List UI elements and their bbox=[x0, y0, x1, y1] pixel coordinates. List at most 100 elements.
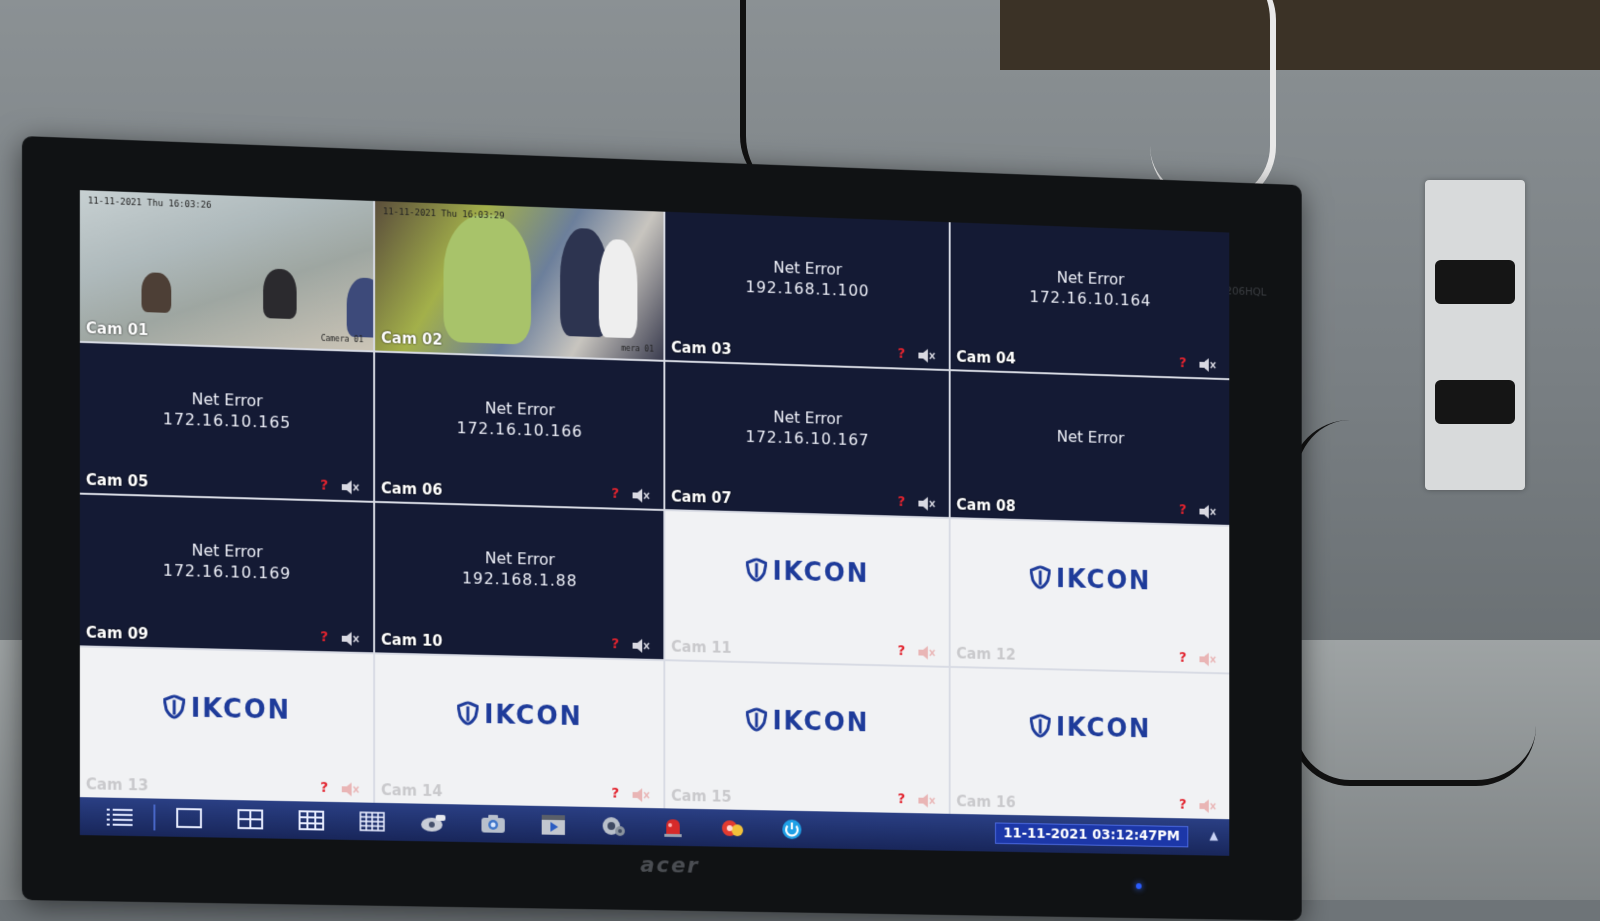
camera-ip-address: 192.168.1.100 bbox=[665, 274, 948, 304]
camera-tile[interactable]: IKCONCam 12? bbox=[951, 519, 1230, 672]
ikcon-logo-text: IKCON bbox=[484, 700, 583, 732]
camera-tile[interactable]: Net Error192.168.1.100Cam 03? bbox=[665, 212, 948, 369]
camera-tile[interactable]: Net Error172.16.10.169Cam 09? bbox=[80, 495, 373, 652]
quad-view-icon[interactable] bbox=[231, 804, 270, 835]
camera-label: Cam 09 bbox=[86, 623, 148, 642]
nine-view-icon[interactable] bbox=[292, 805, 331, 835]
camera-tile[interactable]: IKCON Cam 13? bbox=[80, 647, 373, 803]
camera-tile[interactable]: Net Error172.16.10.164Cam 04? bbox=[951, 222, 1230, 377]
speaker-muted-icon[interactable] bbox=[340, 630, 360, 646]
ikcon-logo-text: IKCON bbox=[1056, 712, 1151, 743]
video-osd-label: mera 01 bbox=[621, 343, 654, 353]
cable bbox=[1150, 0, 1276, 206]
camera-tile[interactable]: IKCONCam 16? bbox=[951, 667, 1230, 819]
net-error-text: Net Error bbox=[485, 549, 555, 570]
shield-icon bbox=[1030, 714, 1051, 745]
net-error-message: Net Error192.168.1.88 bbox=[375, 545, 663, 594]
power-icon[interactable] bbox=[773, 814, 811, 844]
camera-label: Cam 13 bbox=[86, 775, 148, 794]
camera-label: Cam 12 bbox=[956, 644, 1015, 663]
speaker-muted-icon[interactable] bbox=[1198, 356, 1217, 372]
person-in-feed bbox=[599, 239, 638, 339]
shield-icon bbox=[746, 707, 767, 738]
speaker-muted-icon[interactable] bbox=[917, 793, 936, 809]
camera-ip-address: 172.16.10.169 bbox=[80, 558, 373, 586]
ikcon-logo-text: IKCON bbox=[772, 706, 869, 737]
speaker-muted-icon[interactable] bbox=[340, 479, 360, 495]
speaker-muted-icon[interactable] bbox=[631, 637, 650, 653]
ptz-camera-icon[interactable] bbox=[413, 807, 452, 837]
status-question-icon: ? bbox=[897, 791, 905, 807]
status-question-icon: ? bbox=[320, 629, 328, 645]
settings-icon[interactable] bbox=[594, 811, 633, 841]
camera-label: Cam 11 bbox=[671, 637, 731, 656]
playback-icon[interactable] bbox=[534, 810, 573, 840]
camera-tile[interactable]: 11-11-2021 Thu 16:03:26Camera 01Cam 01 bbox=[80, 190, 373, 350]
net-error-text: Net Error bbox=[485, 398, 555, 419]
camera-ip-address: 172.16.10.167 bbox=[665, 423, 948, 452]
camera-label: Cam 14 bbox=[381, 781, 442, 800]
camera-grid: 11-11-2021 Thu 16:03:26Camera 01Cam 0111… bbox=[80, 190, 1229, 819]
camera-label: Cam 05 bbox=[86, 471, 148, 491]
net-error-text: Net Error bbox=[773, 407, 842, 428]
status-question-icon: ? bbox=[320, 780, 328, 796]
net-error-text: Net Error bbox=[773, 258, 842, 279]
power-plug bbox=[1435, 260, 1515, 304]
status-question-icon: ? bbox=[1179, 502, 1187, 518]
net-error-message: Net Error172.16.10.166 bbox=[375, 394, 663, 444]
speaker-muted-icon[interactable] bbox=[1198, 798, 1217, 814]
status-question-icon: ? bbox=[611, 486, 619, 502]
camera-label: Cam 02 bbox=[381, 328, 442, 348]
speaker-muted-icon[interactable] bbox=[1198, 504, 1217, 520]
sixteen-view-icon[interactable] bbox=[353, 806, 392, 836]
camera-tile[interactable]: Net ErrorCam 08? bbox=[951, 371, 1230, 525]
shield-icon bbox=[163, 694, 185, 725]
alarm-icon[interactable] bbox=[654, 812, 692, 842]
monitor: V206HQL 11-11-2021 Thu 16:03:26Camera 01… bbox=[22, 136, 1302, 921]
net-error-text: Net Error bbox=[1057, 426, 1125, 446]
net-error-message: Net Error bbox=[951, 422, 1230, 451]
dvr-screen: 11-11-2021 Thu 16:03:26Camera 01Cam 0111… bbox=[80, 190, 1229, 856]
speaker-muted-icon[interactable] bbox=[1198, 651, 1217, 667]
ikcon-logo: IKCON bbox=[951, 710, 1230, 748]
camera-tile[interactable]: Net Error172.16.10.167Cam 07? bbox=[665, 361, 948, 517]
speaker-muted-icon[interactable] bbox=[631, 787, 650, 803]
camera-label: Cam 04 bbox=[956, 347, 1015, 366]
speaker-muted-icon[interactable] bbox=[917, 347, 936, 363]
net-error-message: Net Error172.16.10.164 bbox=[951, 263, 1230, 313]
speaker-muted-icon[interactable] bbox=[340, 781, 360, 797]
status-question-icon: ? bbox=[320, 478, 328, 494]
camera-tile[interactable]: Net Error172.16.10.165 Cam 05? bbox=[80, 342, 373, 500]
person-in-feed bbox=[347, 277, 373, 338]
speaker-muted-icon[interactable] bbox=[631, 487, 650, 503]
snapshot-icon[interactable] bbox=[474, 809, 513, 839]
ikcon-logo: IKCON bbox=[375, 697, 663, 736]
speaker-muted-icon[interactable] bbox=[917, 496, 936, 512]
camera-tile[interactable]: IKCONCam 14? bbox=[375, 654, 663, 808]
speaker-muted-icon[interactable] bbox=[917, 644, 936, 660]
camera-tile[interactable]: Net Error192.168.1.88Cam 10? bbox=[375, 503, 663, 659]
camera-tile[interactable]: 11-11-2021 Thu 16:03:29mera 01Cam 02 bbox=[375, 201, 663, 359]
power-plug bbox=[1435, 380, 1515, 424]
single-view-icon[interactable] bbox=[169, 803, 209, 834]
ikcon-logo: IKCON bbox=[80, 690, 373, 729]
camera-tile[interactable]: IKCONCam 15? bbox=[665, 661, 948, 814]
camera-tile[interactable]: Net Error172.16.10.166Cam 06? bbox=[375, 352, 663, 509]
camera-ip-address: 172.16.10.164 bbox=[951, 284, 1230, 314]
camera-ip-address: 192.168.1.88 bbox=[375, 565, 663, 593]
menu-icon[interactable] bbox=[100, 801, 140, 832]
status-question-icon: ? bbox=[897, 346, 905, 362]
net-error-message: Net Error172.16.10.165 bbox=[80, 385, 373, 436]
camera-label: Cam 07 bbox=[671, 488, 731, 507]
cable bbox=[1290, 420, 1536, 786]
record-icon[interactable] bbox=[713, 813, 751, 843]
camera-ip-address: 172.16.10.166 bbox=[375, 415, 663, 444]
video-osd-label: Camera 01 bbox=[321, 333, 364, 343]
person-in-feed bbox=[263, 268, 296, 319]
net-error-text: Net Error bbox=[191, 389, 262, 410]
taskbar-expand-arrow[interactable]: ▲ bbox=[1210, 828, 1219, 842]
net-error-message: Net Error192.168.1.100 bbox=[665, 253, 948, 304]
monitor-brand-logo: acer bbox=[640, 853, 699, 879]
camera-tile[interactable]: IKCONCam 11? bbox=[665, 511, 948, 665]
ikcon-logo-text: IKCON bbox=[772, 557, 869, 589]
